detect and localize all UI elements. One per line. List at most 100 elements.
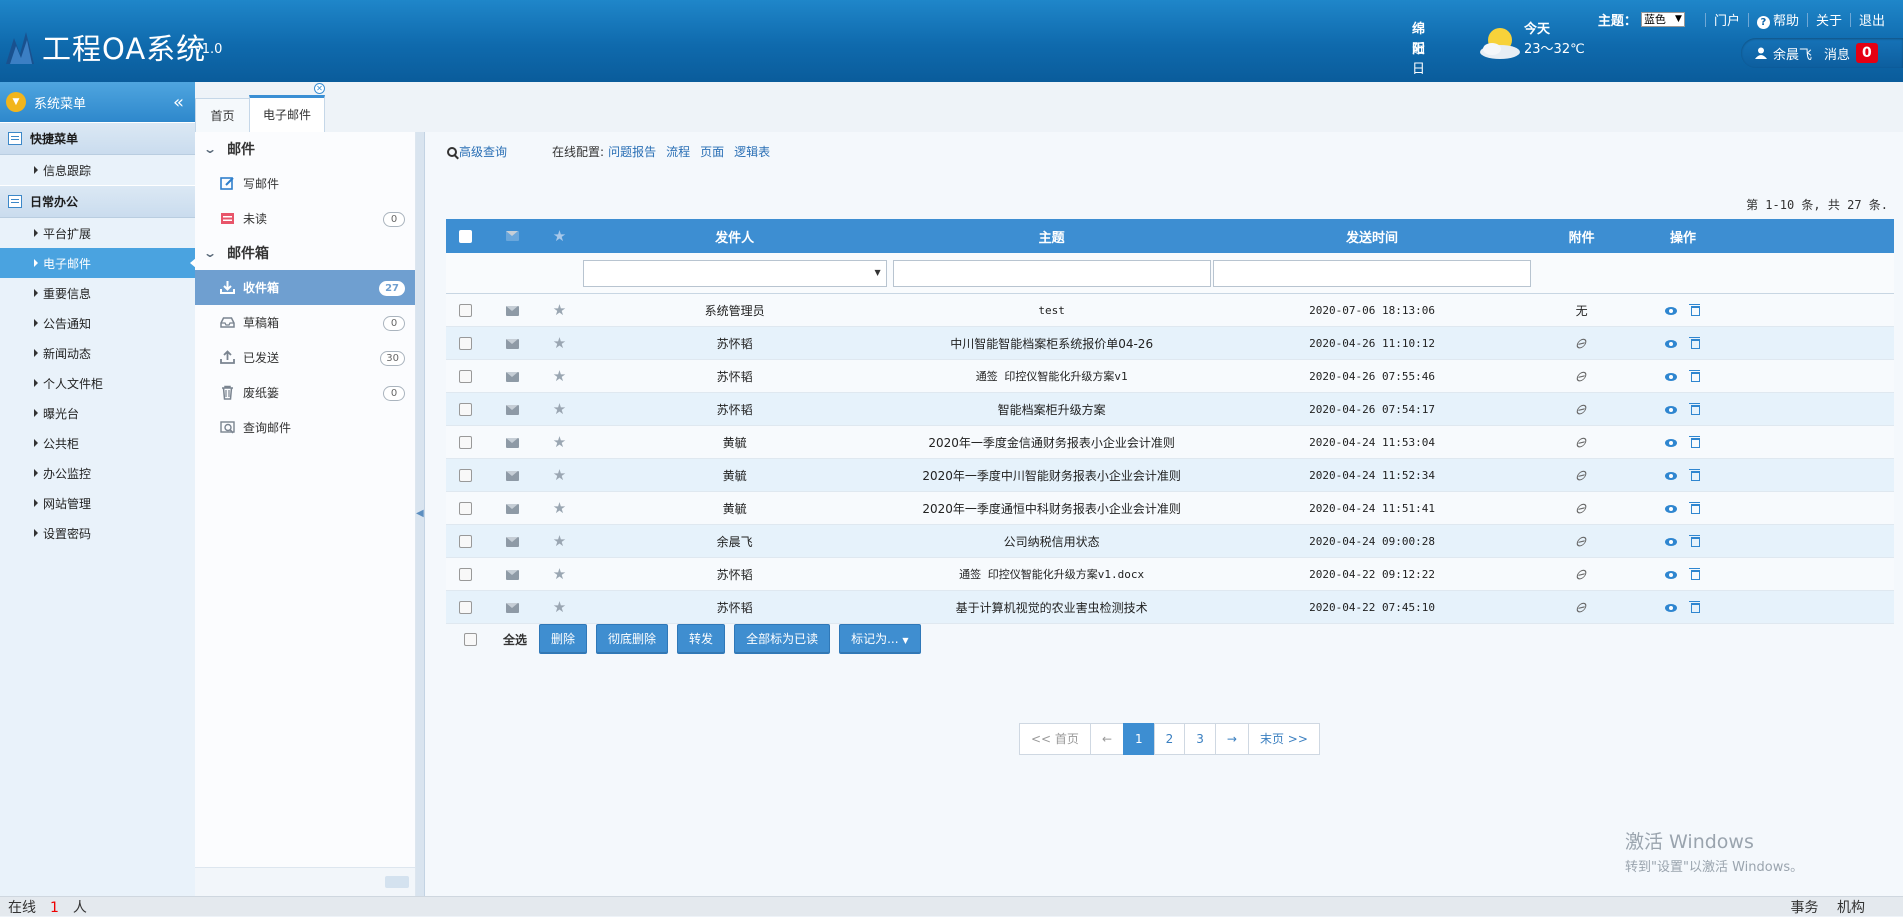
delete-trash-icon[interactable] — [1689, 369, 1701, 382]
star-cell[interactable]: ★ — [539, 590, 580, 624]
subject-cell[interactable]: 中川智能智能档案柜系统报价单04-26 — [890, 326, 1214, 360]
header-sent-time[interactable]: 发送时间 — [1213, 219, 1532, 253]
table-row[interactable]: ★ 苏怀韬 基于计算机视觉的农业害虫检测技术 2020-04-22 07:45:10 ⊘ — [446, 590, 1894, 624]
row-checkbox[interactable] — [459, 502, 473, 515]
row-select-cell[interactable] — [446, 326, 486, 360]
tab-email[interactable]: 电子邮件 — [249, 95, 325, 132]
star-cell[interactable]: ★ — [539, 326, 580, 360]
view-eye-icon[interactable] — [1665, 339, 1678, 348]
sidebar-item-news[interactable]: 新闻动态 — [0, 338, 195, 368]
online-users[interactable]: 在线 1 人 — [8, 897, 87, 917]
star-cell[interactable]: ★ — [539, 359, 580, 393]
row-select-cell[interactable] — [446, 425, 486, 459]
sidebar-group-daily[interactable]: 日常办公 — [0, 185, 195, 218]
folder-trash[interactable]: 废纸篓 0 — [195, 375, 415, 410]
row-checkbox[interactable] — [459, 304, 473, 317]
caret-left-icon[interactable]: ◀ — [416, 508, 424, 519]
subject-cell[interactable]: 2020年一季度通恒中科财务报表小企业会计准则 — [890, 491, 1214, 525]
view-eye-icon[interactable] — [1665, 438, 1678, 447]
issue-report-link[interactable]: 问题报告 — [608, 143, 656, 160]
star-cell[interactable]: ★ — [539, 491, 580, 525]
search-mail[interactable]: 查询邮件 — [195, 410, 415, 445]
view-eye-icon[interactable] — [1665, 471, 1678, 480]
attachment-cell[interactable]: ⊘ — [1531, 557, 1633, 591]
workflow-link[interactable]: 流程 — [666, 143, 690, 160]
row-select-cell[interactable] — [446, 359, 486, 393]
row-select-cell[interactable] — [446, 557, 486, 591]
attachment-cell[interactable]: ⊘ — [1531, 425, 1633, 459]
sidebar-item-exposure[interactable]: 曝光台 — [0, 398, 195, 428]
paperclip-icon[interactable]: ⊘ — [1571, 531, 1592, 552]
select-all-header[interactable] — [446, 219, 487, 253]
delete-trash-icon[interactable] — [1689, 468, 1701, 481]
star-icon[interactable]: ★ — [553, 433, 566, 451]
star-cell[interactable]: ★ — [539, 524, 580, 558]
subject-cell[interactable]: 2020年一季度中川智能财务报表小企业会计准则 — [890, 458, 1214, 492]
star-cell[interactable]: ★ — [539, 557, 580, 591]
close-tab-icon[interactable]: ✕ — [314, 83, 325, 94]
attachment-cell[interactable]: ⊘ — [1531, 458, 1633, 492]
attachment-cell[interactable]: ⊘ — [1531, 590, 1633, 624]
row-select-cell[interactable] — [446, 458, 486, 492]
portal-link[interactable]: 门户 — [1714, 10, 1740, 29]
advanced-search-link[interactable]: 高级查询 — [459, 143, 507, 160]
mark-all-read-button[interactable]: 全部标为已读 — [734, 624, 831, 654]
attachment-cell[interactable]: ⊘ — [1531, 524, 1633, 558]
row-checkbox[interactable] — [459, 337, 473, 350]
message-label[interactable]: 消息 — [1824, 44, 1850, 63]
affairs-link[interactable]: 事务 — [1791, 900, 1819, 916]
subject-cell[interactable]: 智能档案柜升级方案 — [890, 392, 1214, 426]
star-icon[interactable]: ★ — [553, 367, 566, 385]
paperclip-icon[interactable]: ⊘ — [1571, 333, 1592, 354]
table-row[interactable]: ★ 黄毓 2020年一季度通恒中科财务报表小企业会计准则 2020-04-24 11:… — [446, 491, 1894, 525]
paperclip-icon[interactable]: ⊘ — [1571, 597, 1592, 618]
delete-trash-icon[interactable] — [1689, 600, 1701, 613]
row-checkbox[interactable] — [459, 535, 473, 548]
delete-trash-icon[interactable] — [1689, 534, 1701, 547]
delete-trash-icon[interactable] — [1689, 435, 1701, 448]
mark-as-dropdown[interactable]: 标记为... ▼ — [839, 624, 921, 654]
subject-cell[interactable]: 基于计算机视觉的农业害虫检测技术 — [890, 590, 1214, 624]
sidebar-item-personal-files[interactable]: 个人文件柜 — [0, 368, 195, 398]
view-eye-icon[interactable] — [1665, 405, 1678, 414]
user-name[interactable]: 余晨飞 — [1773, 44, 1812, 63]
row-select-cell[interactable] — [446, 491, 486, 525]
row-checkbox[interactable] — [459, 469, 473, 482]
page-2-button[interactable]: 2 — [1153, 723, 1186, 755]
last-page-button[interactable]: 末页 >> — [1247, 723, 1320, 755]
table-row[interactable]: ★ 苏怀韬 通签 印控仪智能化升级方案v1.docx 2020-04-22 09:12… — [446, 557, 1894, 591]
star-icon[interactable]: ★ — [553, 565, 566, 583]
logic-table-link[interactable]: 逻辑表 — [734, 143, 770, 160]
attachment-cell[interactable]: ⊘ — [1531, 359, 1633, 393]
delete-trash-icon[interactable] — [1689, 402, 1701, 415]
select-all-checkbox[interactable] — [464, 632, 477, 646]
table-row[interactable]: ★ 黄毓 2020年一季度中川智能财务报表小企业会计准则 2020-04-24 11:… — [446, 458, 1894, 492]
delete-trash-icon[interactable] — [1689, 567, 1701, 580]
help-link[interactable]: ? 帮助 — [1756, 10, 1799, 29]
paperclip-icon[interactable]: ⊘ — [1571, 564, 1592, 585]
sidebar-item-notices[interactable]: 公告通知 — [0, 308, 195, 338]
sidebar-group-quick[interactable]: 快捷菜单 — [0, 122, 195, 155]
table-row[interactable]: ★ 苏怀韬 智能档案柜升级方案 2020-04-26 07:54:17 ⊘ — [446, 392, 1894, 426]
theme-select[interactable]: 蓝色 — [1640, 12, 1685, 27]
time-filter-input[interactable] — [1213, 259, 1532, 287]
table-row[interactable]: ★ 苏怀韬 通签 印控仪智能化升级方案v1 2020-04-26 07:55:46 ⊘ — [446, 359, 1894, 393]
sidebar-item-important[interactable]: 重要信息 — [0, 278, 195, 308]
table-row[interactable]: ★ 系统管理员 test 2020-07-06 18:13:06 无 — [446, 293, 1894, 327]
star-icon[interactable]: ★ — [553, 532, 566, 550]
row-select-cell[interactable] — [446, 392, 486, 426]
subject-cell[interactable]: 通签 印控仪智能化升级方案v1 — [890, 359, 1214, 393]
sidebar-item-password[interactable]: 设置密码 — [0, 518, 195, 548]
prev-page-button[interactable]: ← — [1089, 723, 1124, 755]
subject-cell[interactable]: 公司纳税信用状态 — [890, 524, 1214, 558]
compose-mail[interactable]: 写邮件 — [195, 166, 415, 201]
view-eye-icon[interactable] — [1665, 306, 1678, 315]
paperclip-icon[interactable]: ⊘ — [1571, 399, 1592, 420]
sidebar-item-monitor[interactable]: 办公监控 — [0, 458, 195, 488]
star-cell[interactable]: ★ — [539, 458, 580, 492]
star-icon[interactable]: ★ — [553, 598, 566, 616]
section-mailbox[interactable]: ⌄ 邮件箱 — [195, 236, 415, 270]
collapse-sidebar-icon[interactable]: « — [173, 92, 184, 113]
sidebar-item-email[interactable]: 电子邮件 — [0, 248, 196, 278]
folder-inbox[interactable]: 收件箱 27 — [195, 270, 415, 305]
